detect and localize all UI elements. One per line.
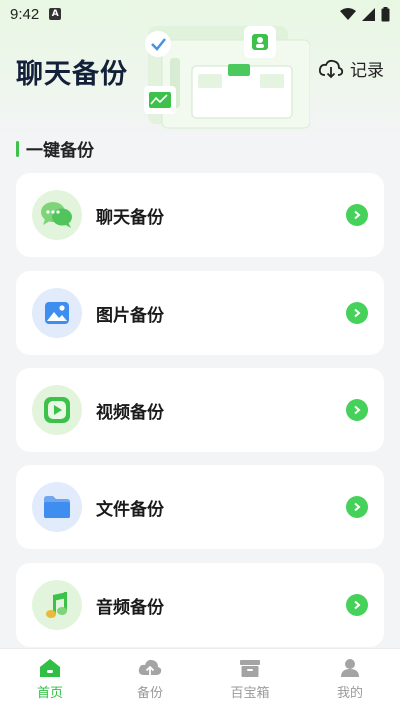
section-title: 一键备份 xyxy=(26,141,94,161)
nav-profile-label: 我的 xyxy=(336,686,363,701)
card-label: 视频备份 xyxy=(96,402,164,423)
home-icon xyxy=(40,659,60,677)
person-icon xyxy=(341,659,359,677)
cloud-upload-icon xyxy=(138,659,162,675)
folder-icon xyxy=(44,496,70,518)
chat-bubble-icon xyxy=(41,202,72,228)
file-icon-badge xyxy=(32,482,82,532)
chevron-right-icon[interactable] xyxy=(346,204,368,226)
chevron-right-icon[interactable] xyxy=(346,496,368,518)
image-icon xyxy=(45,302,69,324)
nav-backup[interactable]: 备份 xyxy=(100,649,200,710)
image-icon-badge xyxy=(32,288,82,338)
nav-toolbox[interactable]: 百宝箱 xyxy=(200,649,300,710)
bottom-navigation: 首页 备份 百宝箱 我的 xyxy=(0,648,400,710)
status-time: 9:42 xyxy=(10,5,40,23)
cloud-download-icon xyxy=(318,59,344,78)
backup-illustration xyxy=(144,26,310,129)
page-title: 聊天备份 xyxy=(16,59,128,90)
record-label: 记录 xyxy=(350,61,384,81)
file-backup-card[interactable]: 文件备份 xyxy=(16,465,384,549)
music-note-icon xyxy=(46,592,67,618)
chevron-right-icon[interactable] xyxy=(346,594,368,616)
chevron-right-icon[interactable] xyxy=(346,399,368,421)
nav-profile[interactable]: 我的 xyxy=(300,649,400,710)
chevron-right-icon[interactable] xyxy=(346,302,368,324)
video-play-icon xyxy=(44,397,70,423)
video-icon-badge xyxy=(32,385,82,435)
card-label: 聊天备份 xyxy=(96,207,164,228)
box-icon xyxy=(240,660,260,677)
chat-backup-card[interactable]: 聊天备份 xyxy=(16,173,384,257)
chat-icon-badge xyxy=(32,190,82,240)
record-button[interactable]: 记录 xyxy=(318,56,384,81)
audio-icon-badge xyxy=(32,580,82,630)
notification-icon: A xyxy=(49,8,62,20)
card-label: 图片备份 xyxy=(96,305,164,326)
audio-backup-card[interactable]: 音频备份 xyxy=(16,563,384,647)
section-accent-bar xyxy=(16,140,19,157)
wifi-icon xyxy=(340,7,356,20)
nav-toolbox-label: 百宝箱 xyxy=(230,686,270,701)
section-header: 一键备份 xyxy=(16,136,94,161)
nav-backup-label: 备份 xyxy=(136,686,163,701)
card-label: 文件备份 xyxy=(96,499,164,520)
card-label: 音频备份 xyxy=(96,597,164,618)
signal-icon xyxy=(362,7,375,21)
status-icons xyxy=(340,6,390,22)
image-backup-card[interactable]: 图片备份 xyxy=(16,271,384,355)
video-backup-card[interactable]: 视频备份 xyxy=(16,368,384,452)
battery-icon xyxy=(381,6,390,21)
nav-home[interactable]: 首页 xyxy=(0,649,100,710)
nav-home-label: 首页 xyxy=(36,686,63,701)
